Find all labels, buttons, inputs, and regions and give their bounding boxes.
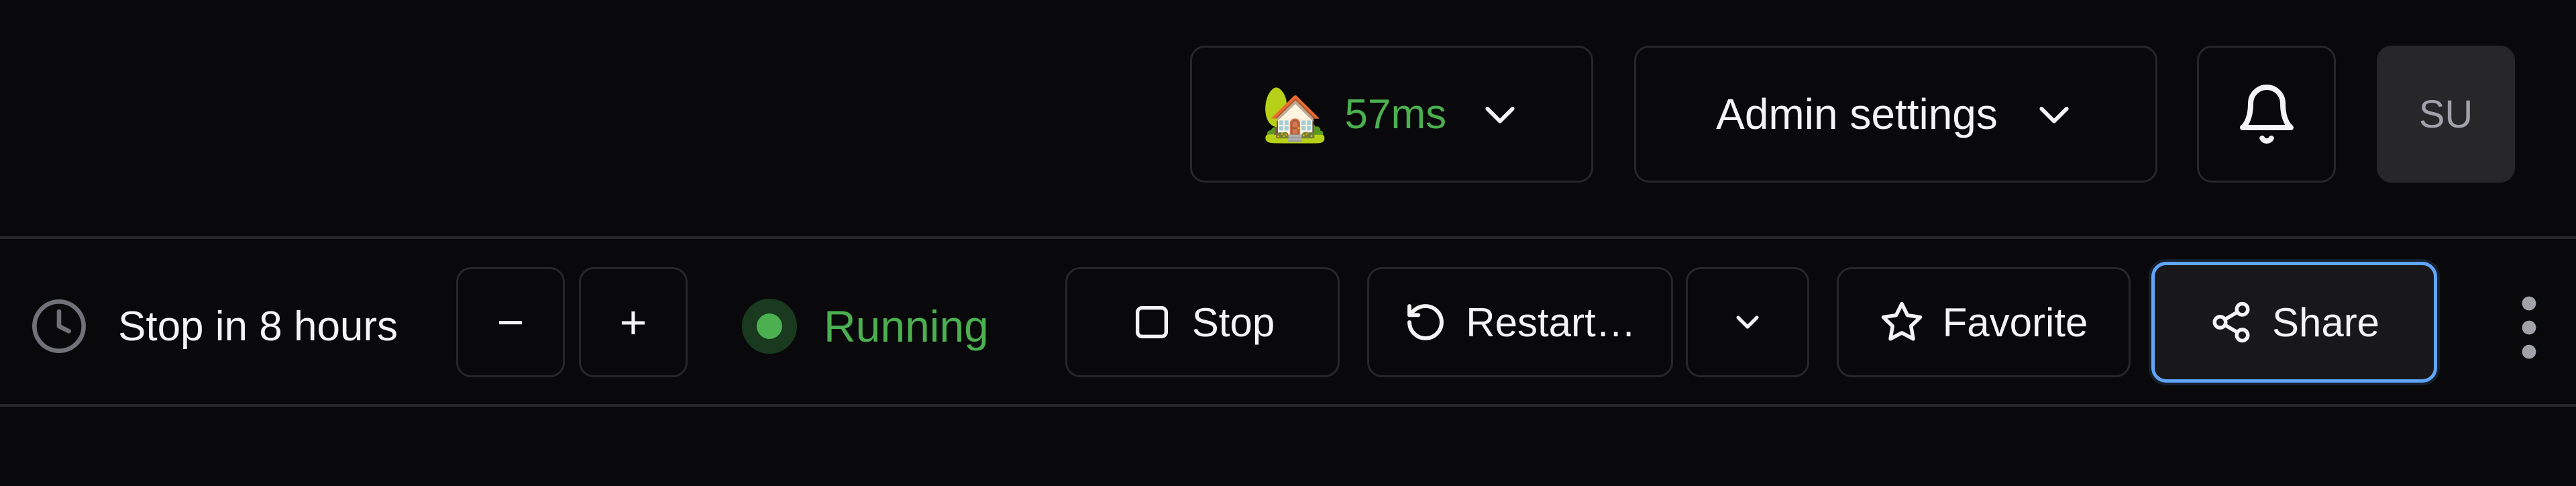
workspace-status: Running xyxy=(742,293,989,360)
restart-label: Restart… xyxy=(1466,299,1636,345)
favorite-button[interactable]: Favorite xyxy=(1837,267,2131,377)
chevron-down-icon xyxy=(1736,315,1759,329)
stop-button[interactable]: Stop xyxy=(1065,267,1340,377)
region-latency-button[interactable]: 🏡 57ms xyxy=(1190,46,1593,183)
user-avatar[interactable]: SU xyxy=(2377,46,2515,183)
autostop-text: Stop in 8 hours xyxy=(118,303,398,350)
restart-options-dropdown[interactable] xyxy=(1686,267,1809,377)
status-indicator-icon xyxy=(742,299,797,354)
decrease-deadline-button[interactable]: − xyxy=(456,267,565,377)
clock-icon xyxy=(32,299,86,353)
bell-icon xyxy=(2239,85,2294,144)
minus-icon: − xyxy=(496,296,525,348)
restart-button[interactable]: Restart… xyxy=(1367,267,1673,377)
vertical-ellipsis-icon xyxy=(2522,296,2536,359)
more-options-button[interactable] xyxy=(2509,290,2549,365)
admin-settings-button[interactable]: Admin settings xyxy=(1634,46,2157,183)
chevron-down-icon xyxy=(1485,107,1515,124)
latency-value: 57ms xyxy=(1344,91,1447,138)
avatar-initials: SU xyxy=(2418,92,2473,136)
chevron-down-icon xyxy=(2039,107,2069,124)
plus-icon: + xyxy=(619,296,647,348)
top-bar: 🏡 57ms Admin settings SU xyxy=(0,0,2576,237)
increase-deadline-button[interactable]: + xyxy=(579,267,688,377)
admin-settings-label: Admin settings xyxy=(1716,90,1998,138)
status-label: Running xyxy=(824,301,989,351)
rotate-ccw-icon xyxy=(1407,304,1444,340)
square-stop-icon xyxy=(1135,306,1168,338)
workspace-toolbar: Stop in 8 hours − + Running Stop Restart… xyxy=(0,239,2576,404)
star-icon xyxy=(1881,301,1922,341)
toolbar-divider xyxy=(0,404,2576,407)
favorite-label: Favorite xyxy=(1942,299,2088,345)
share-button[interactable]: Share xyxy=(2151,262,2437,383)
stop-label: Stop xyxy=(1191,299,1275,345)
notifications-button[interactable] xyxy=(2197,46,2336,183)
house-with-tree-icon: 🏡 xyxy=(1261,84,1329,144)
autostop-schedule: Stop in 8 hours xyxy=(30,293,398,360)
share-label: Share xyxy=(2271,299,2380,345)
share-icon xyxy=(2212,301,2250,343)
